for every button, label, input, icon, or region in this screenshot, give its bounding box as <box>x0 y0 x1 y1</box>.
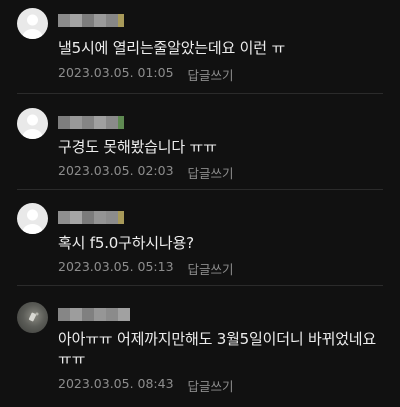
reply-button[interactable]: 답글쓰기 <box>188 259 234 278</box>
comment-date: 2023.03.05. 01:05 <box>58 65 174 80</box>
username-blurred[interactable] <box>58 14 124 27</box>
comment-item: 혹시 f5.0구하시나용? 2023.03.05. 05:13 답글쓰기 <box>0 190 400 286</box>
comment-text: 구경도 못해봤습니다 ㅠㅠ <box>58 138 217 156</box>
comment-meta: 2023.03.05. 02:03 답글쓰기 <box>58 163 234 182</box>
username-blurred[interactable] <box>58 211 124 224</box>
default-profile-icon[interactable] <box>17 8 48 39</box>
comment-meta: 2023.03.05. 05:13 답글쓰기 <box>58 259 234 278</box>
reply-button[interactable]: 답글쓰기 <box>188 65 234 84</box>
comment-item: 아아ㅠㅠ 어제까지만해도 3월5일이더니 바뀌었네요ㅠㅠ 2023.03.05.… <box>0 286 400 407</box>
username-blurred[interactable] <box>58 308 130 321</box>
comment-date: 2023.03.05. 08:43 <box>58 376 174 391</box>
default-profile-icon[interactable] <box>17 108 48 139</box>
reply-button[interactable]: 답글쓰기 <box>188 376 234 395</box>
username-blurred[interactable] <box>58 116 124 129</box>
comment-text: 낼5시에 열리는줄알았는데요 이런 ㅠ <box>58 39 286 57</box>
comment-item: 구경도 못해봤습니다 ㅠㅠ 2023.03.05. 02:03 답글쓰기 <box>0 95 400 190</box>
comment-text: 아아ㅠㅠ 어제까지만해도 3월5일이더니 바뀌었네요ㅠㅠ <box>58 330 376 368</box>
comment-date: 2023.03.05. 02:03 <box>58 163 174 178</box>
divider <box>17 93 383 94</box>
comment-item: 낼5시에 열리는줄알았는데요 이런 ㅠ 2023.03.05. 01:05 답글… <box>0 0 400 95</box>
comment-meta: 2023.03.05. 01:05 답글쓰기 <box>58 65 234 84</box>
default-profile-icon[interactable] <box>17 203 48 234</box>
comment-meta: 2023.03.05. 08:43 답글쓰기 <box>58 376 234 395</box>
photo-profile[interactable] <box>17 302 48 333</box>
reply-button[interactable]: 답글쓰기 <box>188 163 234 182</box>
comment-text: 혹시 f5.0구하시나용? <box>58 234 194 252</box>
comment-date: 2023.03.05. 05:13 <box>58 259 174 274</box>
